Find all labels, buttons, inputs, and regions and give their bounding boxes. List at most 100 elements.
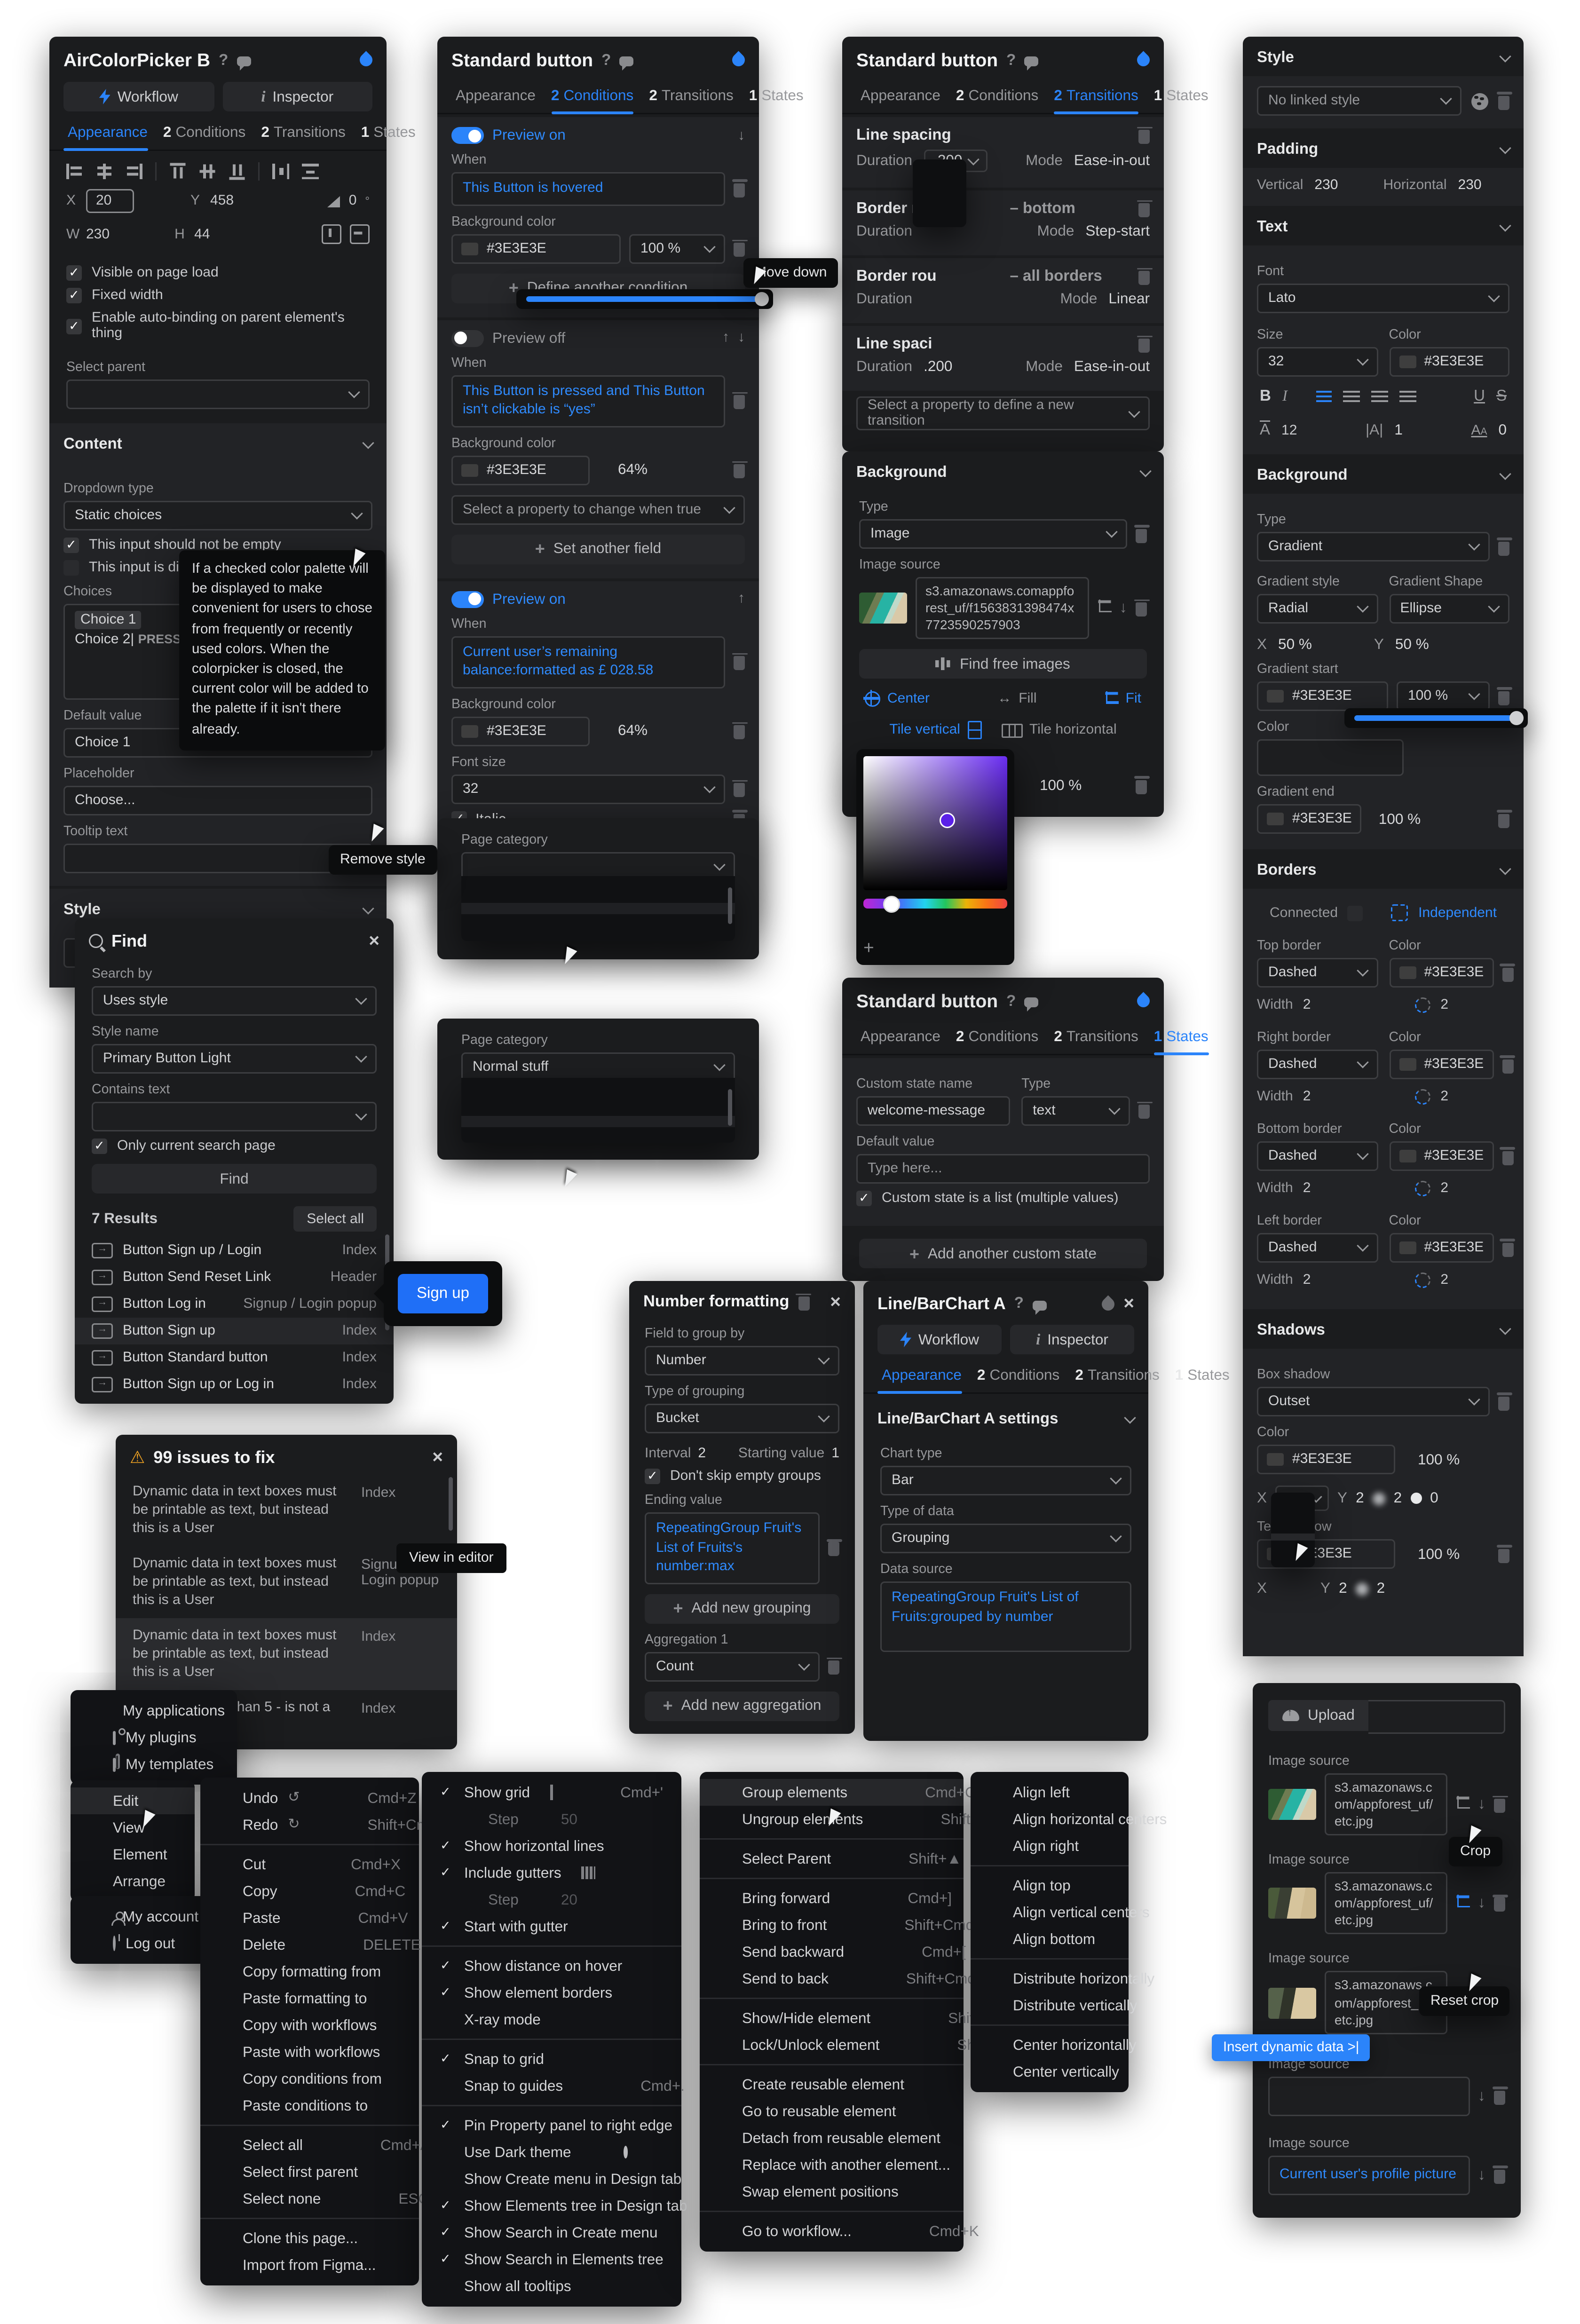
find-result-row[interactable]: → Button Sign up Index	[75, 1318, 394, 1344]
category-option[interactable]	[461, 925, 735, 937]
help-icon[interactable]: ?	[601, 52, 611, 69]
starting-value[interactable]: 1	[831, 1446, 839, 1462]
fixed-width-icon[interactable]	[350, 224, 370, 244]
trash-icon[interactable]	[1498, 814, 1509, 828]
style-name-select[interactable]: Primary Button Light	[92, 1044, 377, 1074]
dropdown-option[interactable]	[913, 179, 966, 186]
image-thumbnail[interactable]	[859, 593, 907, 624]
category-option[interactable]	[461, 1082, 735, 1093]
menu-item[interactable]: ✓ Show Elements tree in Design tab	[422, 2192, 681, 2219]
borders-section-header[interactable]: Borders	[1243, 849, 1524, 889]
trash-icon[interactable]	[828, 1660, 839, 1675]
workflow-button[interactable]: Workflow	[63, 82, 214, 111]
menu-item[interactable]: My plugins	[71, 1724, 237, 1751]
border-style-select[interactable]: Dashed	[1257, 958, 1378, 988]
bold-icon[interactable]: B	[1260, 388, 1271, 405]
w-value[interactable]: 230	[86, 227, 110, 242]
close-icon[interactable]: ×	[830, 1295, 841, 1309]
trash-icon[interactable]	[1498, 691, 1509, 705]
trash-icon[interactable]	[1138, 271, 1150, 285]
dropdown-option[interactable]	[913, 172, 966, 179]
tile-vertical-option[interactable]: Tile vertical	[889, 721, 981, 740]
checkbox[interactable]: ✓	[66, 288, 82, 303]
align-bottom-icon[interactable]	[229, 163, 245, 180]
add-grouping-button[interactable]: +Add new grouping	[645, 1594, 839, 1623]
data-type-select[interactable]: Grouping	[880, 1524, 1131, 1553]
issue-row[interactable]: Dynamic data in text boxes must be print…	[116, 1618, 457, 1690]
menu-item[interactable]: Center horizontally	[971, 2032, 1129, 2058]
menu-item[interactable]: Distribute vertically	[971, 1992, 1129, 2019]
trash-icon[interactable]	[1498, 95, 1509, 110]
dropdown-type-select[interactable]: Static choices	[63, 501, 372, 530]
add-aggregation-button[interactable]: +Add new aggregation	[645, 1691, 839, 1721]
data-source-expression[interactable]: RepeatingGroup Fruit's List of Fruits:gr…	[880, 1581, 1131, 1652]
shadow-y[interactable]: 2	[1356, 1490, 1364, 1507]
checkbox[interactable]: ✓	[66, 318, 82, 334]
view-in-editor-button[interactable]: View in editor	[396, 1543, 506, 1573]
tab[interactable]: 2 Transitions	[1054, 80, 1138, 113]
menu-item[interactable]: Snap to guides Cmd+.	[422, 2072, 681, 2099]
trash-icon[interactable]	[1138, 339, 1150, 353]
trash-icon[interactable]	[1138, 130, 1150, 144]
image-source-input[interactable]	[1268, 2076, 1469, 2116]
move-up-icon[interactable]: ↑	[738, 591, 745, 607]
trash-icon[interactable]	[1136, 780, 1147, 794]
only-current-page-checkbox[interactable]: ✓Only current search page	[92, 1138, 377, 1154]
padding-section-header[interactable]: Padding	[1243, 128, 1524, 168]
custom-state-name-input[interactable]: welcome-message	[856, 1096, 1010, 1126]
dropdown-option[interactable]	[913, 207, 966, 214]
angle-value[interactable]: 0	[349, 193, 357, 209]
inspector-button[interactable]: iInspector	[1010, 1325, 1134, 1354]
pin-icon[interactable]	[1134, 51, 1152, 69]
menu-item[interactable]: Copy with workflows Shift+Cmd+C	[200, 2012, 419, 2039]
issue-row[interactable]: Dynamic data in text boxes must be print…	[116, 1474, 457, 1546]
opacity-select[interactable]: 100 %	[629, 234, 725, 263]
fill-option[interactable]: ↔Fill	[997, 692, 1036, 707]
trash-icon[interactable]	[734, 656, 745, 670]
menu-item[interactable]: ✓ Snap to grid	[422, 2046, 681, 2072]
trash-icon[interactable]	[1498, 1396, 1509, 1410]
menu-item[interactable]: Cut Cmd+X	[200, 1851, 419, 1878]
tab[interactable]: 2 Conditions	[956, 1021, 1038, 1054]
menu-item[interactable]: Use Dark theme	[422, 2139, 681, 2166]
font-size-select[interactable]: 32	[451, 774, 725, 804]
close-icon[interactable]: ×	[369, 934, 379, 948]
menu-item[interactable]: Paste conditions to	[200, 2092, 419, 2119]
text-align-center-icon[interactable]	[1343, 391, 1359, 402]
dropdown-option[interactable]	[1271, 1534, 1315, 1541]
menu-item[interactable]: Delete DELETE	[200, 1931, 419, 1958]
menu-item[interactable]: Align bottom	[971, 1926, 1129, 1952]
menu-item[interactable]: My applications	[71, 1697, 237, 1724]
help-icon[interactable]: ?	[1014, 1295, 1024, 1312]
move-down-icon[interactable]: ↓	[738, 330, 745, 346]
menu-item[interactable]: Step 50	[422, 1806, 681, 1833]
tab[interactable]: 2 Transitions	[1054, 1021, 1138, 1054]
padding-vertical[interactable]: 230	[1314, 178, 1338, 193]
tab[interactable]: 2 Transitions	[1075, 1360, 1159, 1392]
duration-value[interactable]: .200	[924, 358, 952, 375]
tab[interactable]: Appearance	[856, 80, 940, 113]
find-result-row[interactable]: → Button Standard button Index	[75, 1344, 394, 1371]
menu-item[interactable]: Send to back Shift+Cmd+[	[700, 1965, 964, 1992]
trash-icon[interactable]	[734, 183, 745, 197]
border-color[interactable]: #3E3E3E	[1389, 958, 1494, 988]
tab[interactable]: 1 States	[361, 117, 416, 150]
trash-icon[interactable]	[828, 1542, 839, 1557]
grouping-type-select[interactable]: Bucket	[645, 1404, 839, 1433]
menu-item[interactable]: Lock/Unlock element Shift+Cmd+L	[700, 2032, 964, 2058]
tile-horizontal-option[interactable]: Tile horizontal	[1001, 723, 1117, 738]
menu-item[interactable]: ✓ Show grid Cmd+'	[422, 1779, 681, 1806]
category-option[interactable]	[461, 1105, 735, 1116]
dropdown-option[interactable]	[1271, 1505, 1315, 1512]
font-select[interactable]: Lato	[1257, 284, 1509, 313]
strikethrough-icon[interactable]: S	[1496, 388, 1507, 405]
background-color-field[interactable]: #3E3E3E	[451, 234, 621, 263]
comment-icon[interactable]	[1024, 997, 1038, 1007]
text-shadow-blur[interactable]: 2	[1377, 1580, 1385, 1597]
trash-icon[interactable]	[1494, 1799, 1505, 1813]
help-icon[interactable]: ?	[1006, 52, 1016, 69]
menu-item[interactable]: ✓ Show Search in Create menu	[422, 2219, 681, 2246]
dropdown-option[interactable]	[913, 186, 966, 193]
dropdown-option[interactable]	[1271, 1526, 1315, 1534]
workflow-button[interactable]: Workflow	[877, 1325, 1002, 1354]
